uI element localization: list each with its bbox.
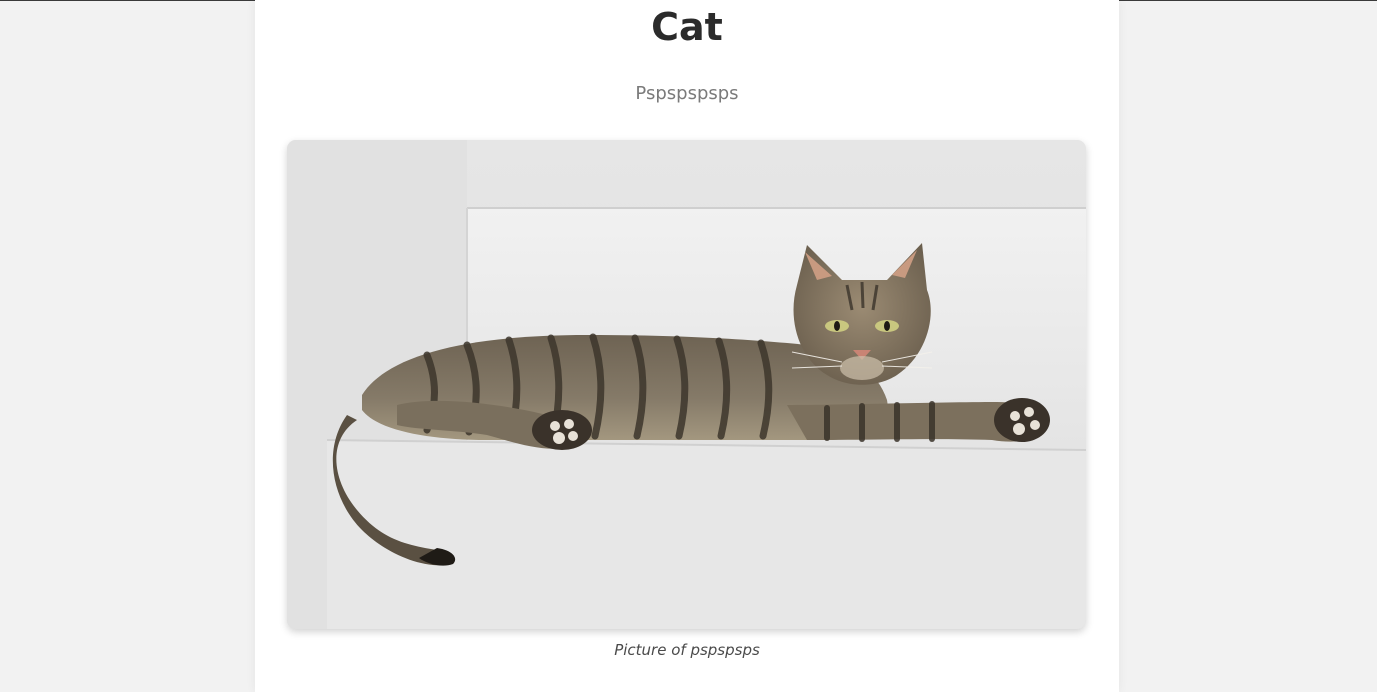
photo-caption: Picture of pspspsps bbox=[614, 641, 760, 659]
page-subtitle: Pspspspsps bbox=[635, 83, 739, 104]
page-title: Cat bbox=[651, 5, 723, 49]
content-card: Cat Pspspspsps Picture of pspspsps bbox=[255, 0, 1119, 692]
cat-photo bbox=[287, 140, 1086, 629]
